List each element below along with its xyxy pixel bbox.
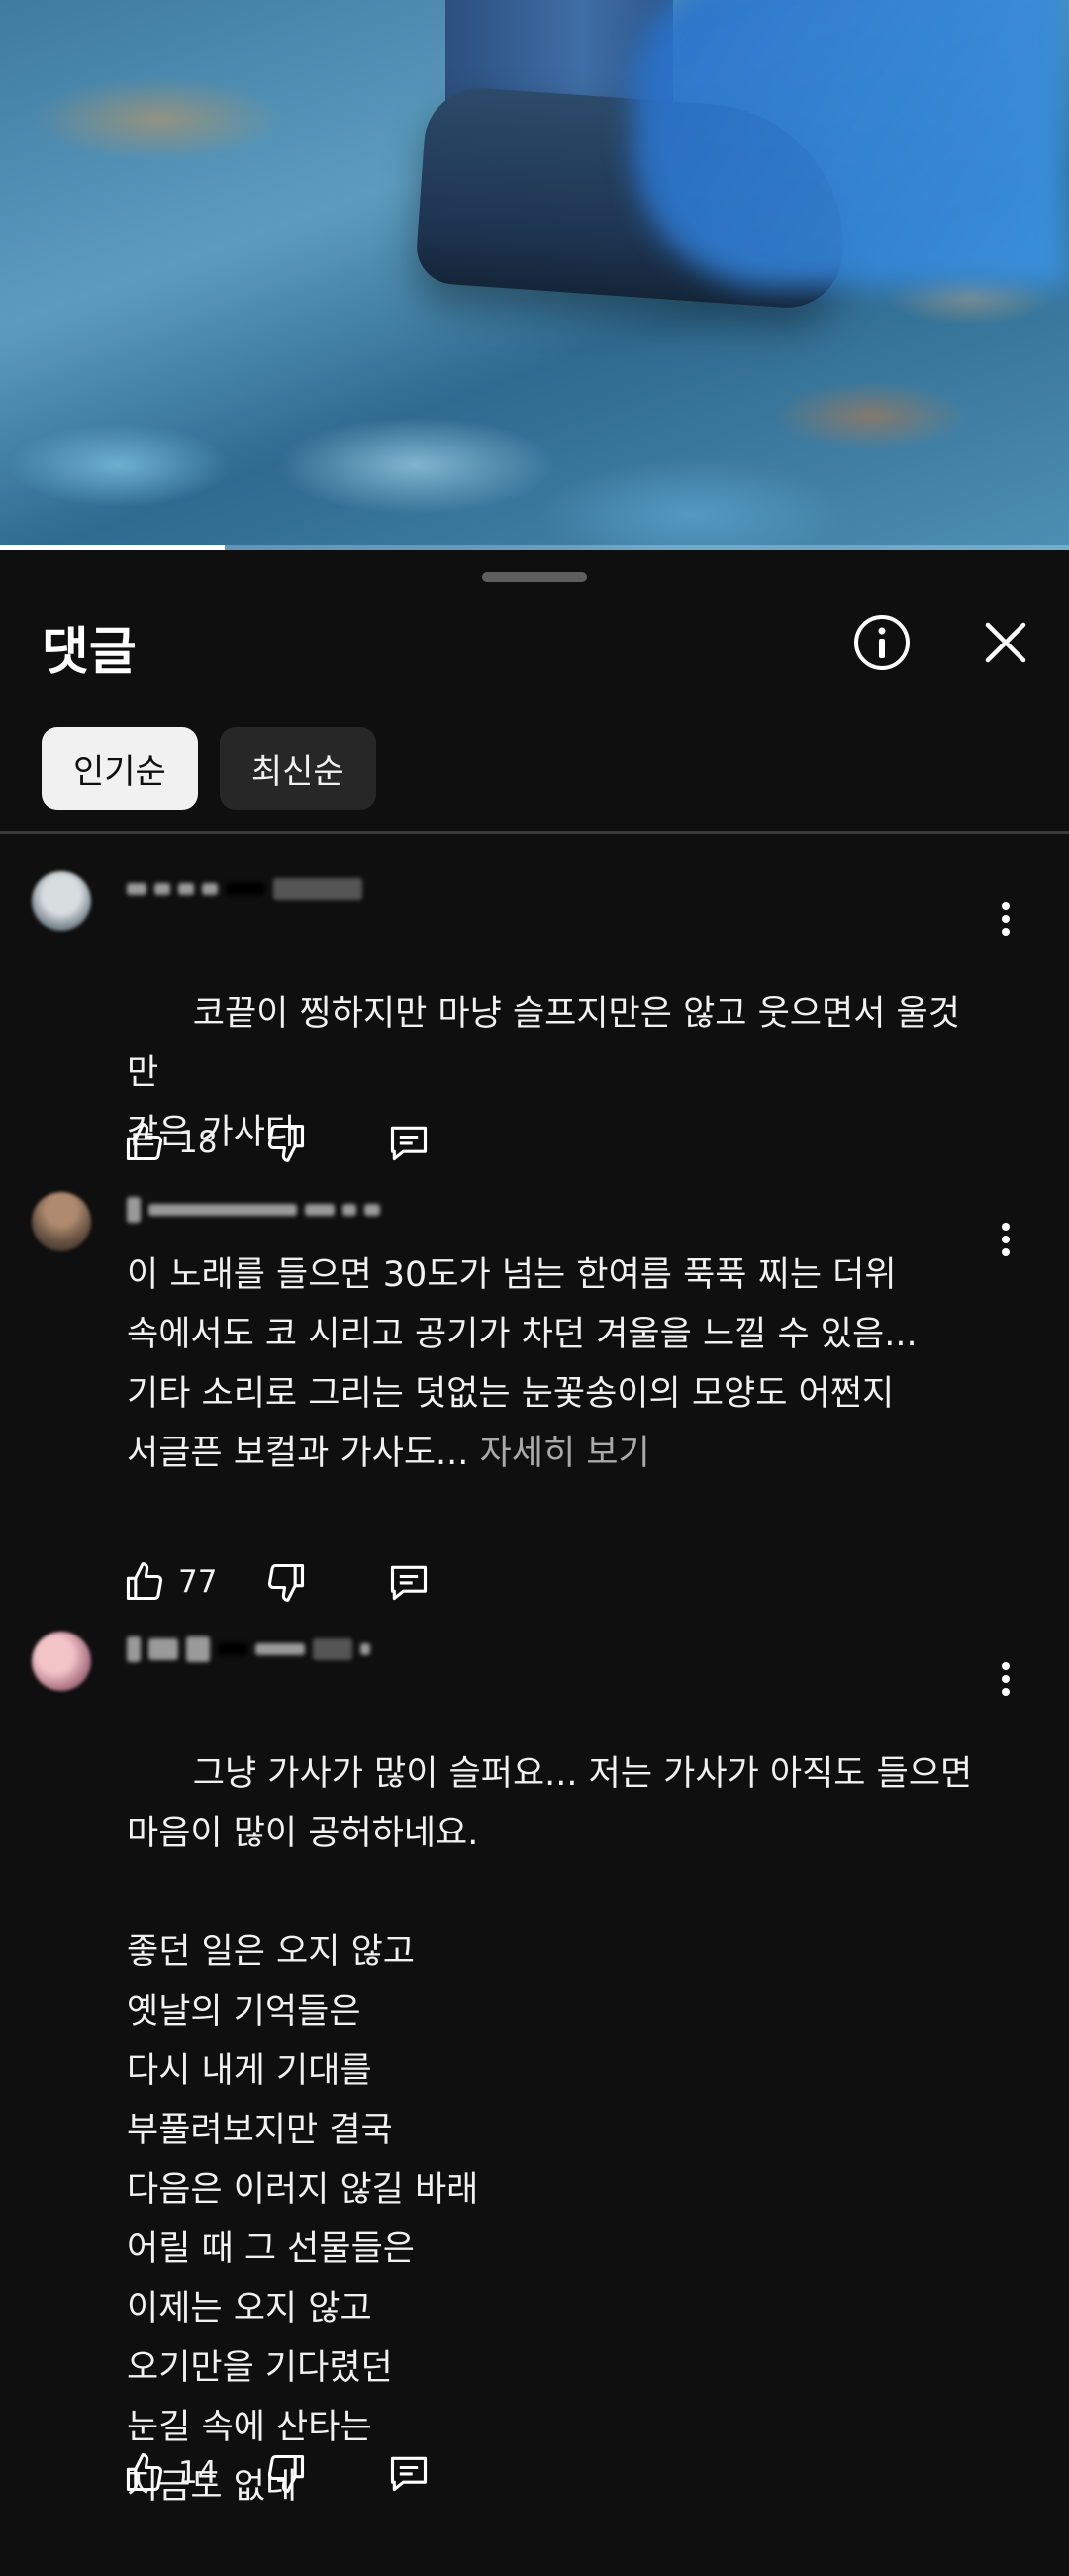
comment-actions: 77 bbox=[123, 1560, 431, 1604]
thumbs-up-icon bbox=[126, 1562, 163, 1601]
dislike-button[interactable] bbox=[264, 1560, 308, 1604]
more-vert-icon bbox=[1002, 1223, 1010, 1256]
like-count: 77 bbox=[178, 1564, 218, 1600]
thumbs-up-icon bbox=[126, 2453, 163, 2492]
sort-chip-top[interactable]: 인기순 bbox=[42, 727, 198, 810]
thumbs-down-icon bbox=[268, 1563, 305, 1602]
comment-author[interactable] bbox=[127, 1196, 380, 1224]
read-more-link[interactable]: 자세히 보기 bbox=[480, 1434, 650, 1473]
comment-actions: 18 bbox=[123, 1121, 431, 1164]
reply-button[interactable] bbox=[387, 2451, 431, 2495]
video-frame-motion-blur bbox=[633, 0, 1069, 287]
close-icon bbox=[985, 622, 1026, 663]
comment-author[interactable] bbox=[127, 875, 362, 903]
thumbs-down-icon bbox=[268, 1124, 305, 1162]
comment-more-button[interactable] bbox=[986, 1210, 1025, 1269]
comment-text-content: 그냥 가사가 많이 슬퍼요... 저는 가사가 아직도 들으면 마음이 많이 공… bbox=[127, 1754, 973, 2507]
more-vert-icon bbox=[1002, 902, 1010, 936]
dislike-button[interactable] bbox=[264, 1121, 308, 1164]
info-button[interactable] bbox=[846, 607, 918, 678]
reply-button[interactable] bbox=[387, 1560, 431, 1604]
header-divider bbox=[0, 831, 1069, 834]
like-button[interactable]: 77 bbox=[123, 1560, 217, 1604]
reply-comment-icon bbox=[391, 2456, 428, 2492]
like-count: 14 bbox=[178, 2455, 218, 2491]
dislike-button[interactable] bbox=[264, 2451, 308, 2495]
comment-more-button[interactable] bbox=[986, 1649, 1025, 1709]
video-player[interactable] bbox=[0, 0, 1069, 550]
avatar[interactable] bbox=[32, 871, 91, 931]
close-button[interactable] bbox=[970, 607, 1041, 678]
comments-sheet: 댓글 인기순 최신순 코끝이 찡하지만 마냥 슬프지만은 않고 웃으면서 울것만… bbox=[0, 550, 1069, 2552]
info-icon bbox=[854, 615, 910, 670]
comment-text: 그냥 가사가 많이 슬퍼요... 저는 가사가 아직도 들으면 마음이 많이 공… bbox=[127, 1685, 978, 2576]
like-button[interactable]: 18 bbox=[123, 1121, 217, 1164]
comment-text: 코끝이 찡하지만 마냥 슬프지만은 않고 웃으면서 울것만 같은 가사다 bbox=[127, 925, 978, 1222]
comments-title: 댓글 bbox=[42, 623, 137, 682]
comment-text: 이 노래를 들으면 30도가 넘는 한여름 푹푹 찌는 더위 속에서도 코 시리… bbox=[127, 1245, 978, 1483]
drag-handle[interactable] bbox=[482, 572, 587, 582]
thumbs-up-icon bbox=[126, 1123, 163, 1161]
reply-comment-icon bbox=[391, 1565, 428, 1601]
avatar[interactable] bbox=[32, 1632, 91, 1691]
comment-actions: 14 bbox=[123, 2451, 431, 2495]
avatar[interactable] bbox=[32, 1192, 91, 1251]
like-button[interactable]: 14 bbox=[123, 2451, 217, 2495]
sort-chip-newest[interactable]: 최신순 bbox=[219, 727, 376, 810]
reply-comment-icon bbox=[391, 1126, 428, 1161]
sort-chips: 인기순 최신순 bbox=[42, 727, 376, 810]
like-count: 18 bbox=[178, 1125, 218, 1160]
more-vert-icon bbox=[1002, 1662, 1010, 1696]
comment-more-button[interactable] bbox=[986, 889, 1025, 948]
thumbs-down-icon bbox=[268, 2454, 305, 2493]
reply-button[interactable] bbox=[387, 1121, 431, 1164]
comment-author[interactable] bbox=[127, 1635, 370, 1663]
